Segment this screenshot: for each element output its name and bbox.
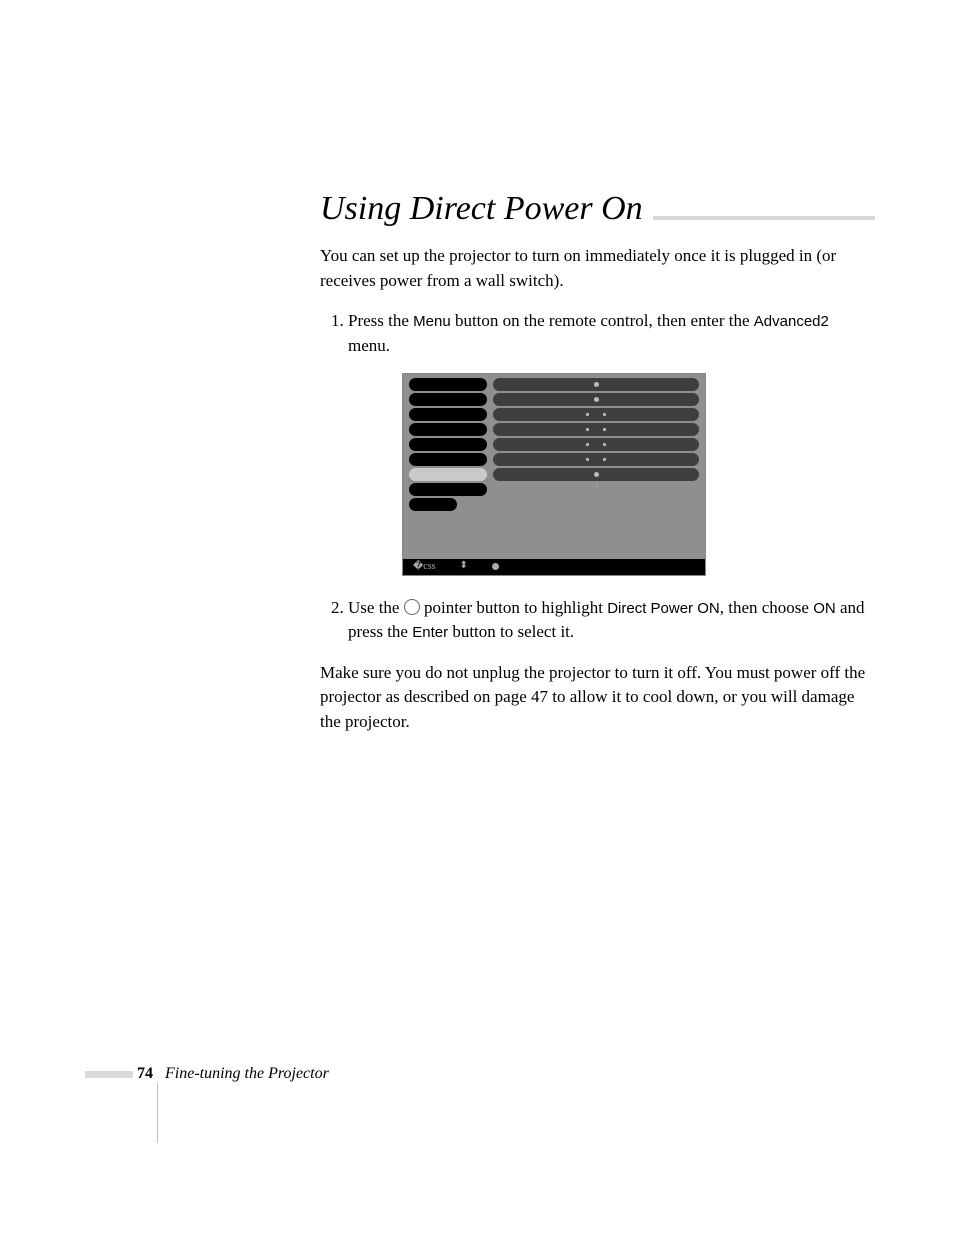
menu-row — [409, 408, 699, 421]
body-text-block: Using Direct Power On You can set up the… — [320, 190, 875, 751]
step2-mid1: pointer button to highlight — [420, 598, 607, 617]
heading-row: Using Direct Power On — [320, 190, 875, 228]
heading-rule — [653, 216, 875, 220]
menu-row-selected — [409, 468, 699, 481]
menu-row — [409, 393, 699, 406]
intro-paragraph: You can set up the projector to turn on … — [320, 244, 875, 293]
enter-icon — [594, 382, 599, 387]
step-2: Use the pointer button to highlight Dire… — [348, 596, 875, 645]
menu-row — [409, 483, 699, 496]
menu-row — [409, 498, 699, 511]
step1-pre: Press the — [348, 311, 413, 330]
on-label: ON — [813, 600, 836, 617]
page: Using Direct Power On You can set up the… — [0, 0, 954, 1235]
page-number: 74 — [137, 1065, 153, 1083]
steps-list: Press the Menu button on the remote cont… — [320, 309, 875, 645]
pointer-icon — [404, 599, 420, 615]
advanced2-label: Advanced2 — [754, 313, 829, 330]
footer-tab — [85, 1071, 133, 1078]
page-footer: 74 Fine-tuning the Projector — [85, 1065, 329, 1083]
step2-post: button to select it. — [448, 622, 574, 641]
step2-pre: Use the — [348, 598, 404, 617]
menu-button-label: Menu — [413, 313, 451, 330]
step-1: Press the Menu button on the remote cont… — [348, 309, 875, 575]
footer-divider — [157, 1083, 158, 1143]
closing-paragraph: Make sure you do not unplug the projecto… — [320, 661, 875, 735]
menu-row — [409, 453, 699, 466]
updown-icon: �css — [413, 562, 435, 572]
menu-row — [409, 438, 699, 451]
page-heading: Using Direct Power On — [320, 190, 643, 228]
menu-screenshot: �css ⬍ — [402, 373, 706, 576]
enter-icon — [594, 472, 599, 477]
enter-button-label: Enter — [412, 624, 448, 641]
direct-power-on-label: Direct Power ON — [607, 600, 720, 617]
step2-mid2: , then choose — [720, 598, 813, 617]
menu-footer-bar: �css ⬍ — [403, 559, 705, 575]
menu-row — [409, 378, 699, 391]
menu-row — [409, 423, 699, 436]
step1-mid: button on the remote control, then enter… — [451, 311, 754, 330]
step1-post: menu. — [348, 336, 390, 355]
footer-title: Fine-tuning the Projector — [165, 1065, 329, 1083]
enter-icon — [594, 397, 599, 402]
enter-icon — [492, 563, 499, 570]
